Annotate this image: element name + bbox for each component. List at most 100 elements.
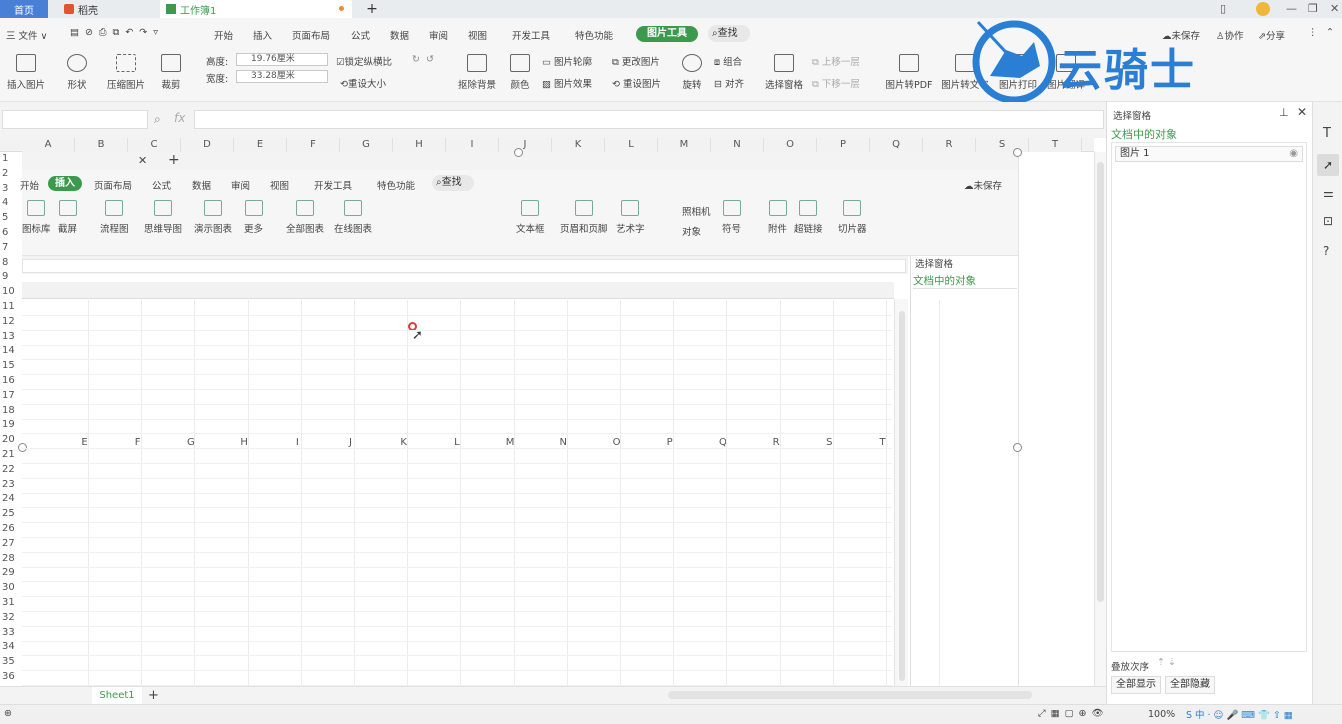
column-header-d[interactable]: D [181,138,234,152]
rotate-small-icons[interactable]: ↻↺ [412,54,440,65]
add-sheet-button[interactable]: + [148,688,159,703]
effect-button[interactable]: ▨ 图片效果 [542,76,592,90]
column-header-b[interactable]: B [75,138,128,152]
group-button[interactable]: ⧈ 组合 [714,54,742,68]
adjust-icon[interactable]: ⚌ [1323,186,1334,200]
row-number-32[interactable]: 32 [0,612,22,623]
visibility-eye-icon[interactable]: ◉ [1289,147,1298,161]
row-number-22[interactable]: 22 [0,464,22,475]
row-number-34[interactable]: 34 [0,641,22,652]
remove-bg-button[interactable]: 抠除背景 [454,54,500,91]
row-number-14[interactable]: 14 [0,345,22,356]
menu-review[interactable]: 审阅 [429,28,448,42]
restore-icon[interactable]: ❐ [1308,2,1318,15]
row-number-29[interactable]: 29 [0,567,22,578]
pane-pin-icon[interactable]: ⊥ [1279,106,1289,119]
tab-picture-tools[interactable]: 图片工具 [636,26,698,42]
column-header-q[interactable]: Q [870,138,923,152]
row-number-13[interactable]: 13 [0,331,22,342]
lock-ratio-checkbox[interactable]: ☑锁定纵横比 [336,54,392,68]
row-number-30[interactable]: 30 [0,582,22,593]
column-header-f[interactable]: F [287,138,340,152]
tab-workbook[interactable]: 工作簿1 [160,0,352,18]
zoom-level[interactable]: 100% [1148,709,1175,720]
compress-button[interactable]: 压缩图片 [104,54,148,91]
column-header-e[interactable]: E [234,138,287,152]
pane-item-picture1[interactable]: 图片 1 ◉ [1115,146,1303,162]
align-button[interactable]: ⊟ 对齐 [714,76,744,90]
row-number-1[interactable]: 1 [0,153,22,164]
hscroll-thumb[interactable] [668,691,1032,699]
row-number-17[interactable]: 17 [0,390,22,401]
tab-docer[interactable]: 稻壳 [58,0,148,18]
row-number-24[interactable]: 24 [0,493,22,504]
minimize-icon[interactable]: — [1286,2,1297,15]
vscroll-thumb[interactable] [1097,162,1104,602]
formula-input[interactable] [194,110,1104,129]
row-number-7[interactable]: 7 [0,242,22,253]
menu-start[interactable]: 开始 [214,28,233,42]
column-header-t[interactable]: T [1029,138,1082,152]
view-mode-icons[interactable]: ⤢▦▢⊕👁 [1038,708,1109,719]
quick-toolbar-icons[interactable]: ▤⊘⎙⧉↶↷▿ [70,27,164,38]
row-number-10[interactable]: 10 [0,286,22,297]
column-header-m[interactable]: M [658,138,711,152]
text-icon[interactable]: T [1323,126,1331,141]
menu-data[interactable]: 数据 [390,28,409,42]
row-number-11[interactable]: 11 [0,301,22,312]
insert-picture-button[interactable]: 插入图片 [4,54,48,91]
row-number-16[interactable]: 16 [0,375,22,386]
column-header-c[interactable]: C [128,138,181,152]
color-button[interactable]: 颜色 [506,54,534,91]
avatar[interactable] [1256,2,1270,16]
sheet-tab-sheet1[interactable]: Sheet1 [92,687,142,704]
send-backward-button[interactable]: ⧉ 下移一层 [812,76,860,90]
select-pane-button[interactable]: 选择窗格 [764,54,804,91]
order-up-icon[interactable]: ⇡ ⇣ [1157,657,1176,668]
row-number-35[interactable]: 35 [0,656,22,667]
column-header-o[interactable]: O [764,138,817,152]
row-number-25[interactable]: 25 [0,508,22,519]
column-header-r[interactable]: R [923,138,976,152]
more-icon[interactable]: ⋮ [1308,27,1318,38]
fx-icon[interactable]: fx [174,111,185,125]
column-header-g[interactable]: G [340,138,393,152]
column-header-a[interactable]: A [22,138,75,152]
column-header-n[interactable]: N [711,138,764,152]
column-header-i[interactable]: I [446,138,499,152]
new-tab-button[interactable]: + [362,0,382,18]
show-all-button[interactable]: 全部显示 [1111,676,1161,694]
column-header-j[interactable]: J [499,138,552,152]
name-box[interactable] [2,110,148,129]
change-picture-button[interactable]: ⧉ 更改图片 [612,54,660,68]
row-number-36[interactable]: 36 [0,671,22,682]
page-icon[interactable]: ▯ [1220,2,1226,15]
layout-icon[interactable]: ⊡ [1323,214,1333,228]
reset-size-button[interactable]: ⟲重设大小 [340,76,386,90]
row-number-27[interactable]: 27 [0,538,22,549]
row-number-3[interactable]: 3 [0,183,22,194]
hide-all-button[interactable]: 全部隐藏 [1165,676,1215,694]
row-number-28[interactable]: 28 [0,553,22,564]
macro-icon[interactable]: ⊛ [4,708,12,719]
reset-picture-button[interactable]: ⟲ 重设图片 [612,76,661,90]
row-number-6[interactable]: 6 [0,227,22,238]
to-pdf-button[interactable]: 图片转PDF [884,54,934,91]
height-field[interactable]: 19.76厘米 [236,53,328,66]
row-number-26[interactable]: 26 [0,523,22,534]
select-arrow-icon[interactable]: ➚ [1317,154,1339,176]
column-header-k[interactable]: K [552,138,605,152]
resize-handle-top[interactable] [514,148,523,157]
resize-handle-right[interactable] [1013,443,1022,452]
menu-special[interactable]: 特色功能 [575,28,613,42]
row-number-8[interactable]: 8 [0,257,22,268]
row-number-4[interactable]: 4 [0,197,22,208]
row-number-2[interactable]: 2 [0,168,22,179]
crop-button[interactable]: 裁剪 [156,54,186,91]
bring-forward-button[interactable]: ⧉ 上移一层 [812,54,860,68]
column-header-h[interactable]: H [393,138,446,152]
close-icon[interactable]: ✕ [1330,2,1339,15]
row-number-31[interactable]: 31 [0,597,22,608]
zoom-find-icon[interactable]: ⌕ [154,112,161,127]
menu-formula[interactable]: 公式 [351,28,370,42]
